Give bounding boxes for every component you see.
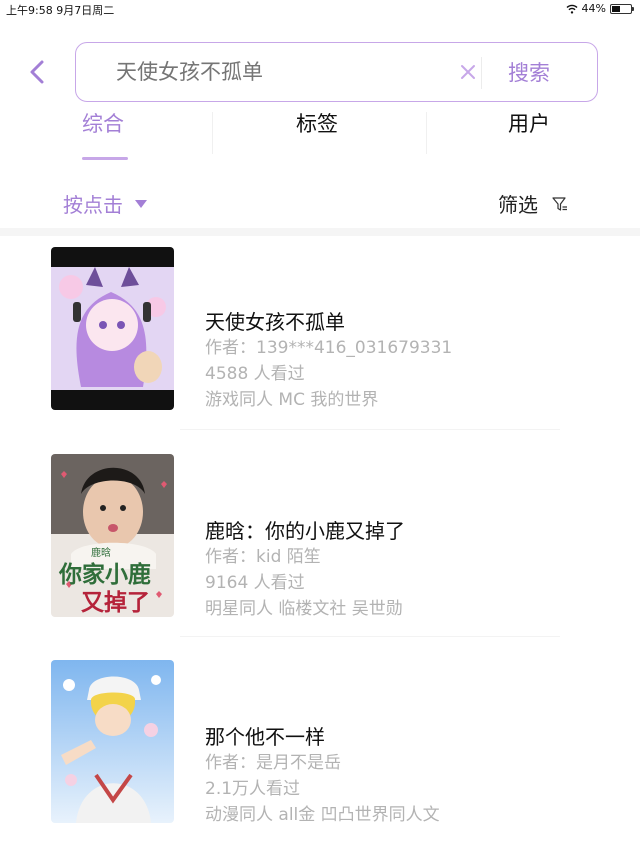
item-divider	[180, 636, 560, 637]
book-cover	[51, 247, 174, 410]
filter-button[interactable]: 筛选	[498, 189, 568, 218]
back-button[interactable]	[26, 58, 50, 86]
tab-general[interactable]: 综合	[82, 108, 124, 138]
sort-label: 按点击	[63, 193, 123, 217]
search-button[interactable]: 搜索	[508, 57, 550, 87]
result-title: 鹿晗：你的小鹿又掉了	[205, 519, 405, 543]
tab-divider	[212, 112, 213, 154]
clear-search-button[interactable]	[454, 57, 482, 87]
result-title: 天使女孩不孤单	[205, 310, 345, 334]
result-info: 天使女孩不孤单 作者：139***416_031679331 4588 人看过 …	[205, 309, 452, 413]
result-author: 作者：kid 陌笙	[205, 547, 321, 567]
active-tab-indicator	[82, 157, 128, 160]
funnel-icon	[552, 196, 567, 211]
result-title: 那个他不一样	[205, 725, 325, 749]
tab-tags[interactable]: 标签	[296, 108, 338, 138]
search-divider	[481, 57, 482, 89]
book-cover: 鹿晗 你家小鹿 又掉了	[51, 454, 174, 617]
cover-text-large2: 又掉了	[81, 590, 150, 616]
result-author: 作者：是月不是岳	[205, 753, 341, 773]
tab-bar: 综合 标签 用户	[0, 100, 640, 160]
result-tags: 动漫同人 all金 凹凸世界同人文	[205, 805, 440, 825]
wifi-icon	[566, 4, 578, 14]
battery-icon	[610, 3, 634, 14]
search-box: 搜索	[75, 42, 598, 102]
filter-bar: 按点击 筛选	[0, 180, 640, 226]
result-item[interactable]: 天使女孩不孤单 作者：139***416_031679331 4588 人看过 …	[0, 247, 640, 447]
item-divider	[180, 429, 560, 430]
cover-text-small: 鹿晗	[91, 546, 111, 559]
tab-users[interactable]: 用户	[508, 108, 550, 138]
status-time-date: 上午9:58 9月7日周二	[6, 4, 115, 17]
section-divider	[0, 228, 640, 236]
result-tags: 明星同人 临楼文社 吴世勋	[205, 599, 403, 619]
cover-text-large: 你家小鹿	[58, 561, 151, 588]
chevron-left-icon	[30, 60, 44, 84]
caret-down-icon	[135, 199, 147, 208]
result-item[interactable]: 鹿晗 你家小鹿 又掉了 鹿晗：你的小鹿又掉了 作者：kid 陌笙 9164 人看…	[0, 454, 640, 654]
close-icon	[461, 65, 475, 79]
result-views: 9164 人看过	[205, 573, 305, 593]
sort-dropdown[interactable]: 按点击	[63, 189, 147, 218]
result-views: 2.1万人看过	[205, 779, 301, 799]
search-input[interactable]	[116, 55, 446, 89]
tab-divider	[426, 112, 427, 154]
result-info: 那个他不一样 作者：是月不是岳 2.1万人看过 动漫同人 all金 凹凸世界同人…	[205, 724, 440, 828]
result-author: 作者：139***416_031679331	[205, 338, 453, 358]
result-item[interactable]: 那个他不一样 作者：是月不是岳 2.1万人看过 动漫同人 all金 凹凸世界同人…	[0, 660, 640, 853]
status-right: 44%	[566, 2, 634, 15]
result-views: 4588 人看过	[205, 364, 305, 384]
battery-percent: 44%	[581, 2, 606, 15]
result-info: 鹿晗：你的小鹿又掉了 作者：kid 陌笙 9164 人看过 明星同人 临楼文社 …	[205, 518, 405, 622]
filter-label: 筛选	[498, 193, 538, 217]
result-tags: 游戏同人 MC 我的世界	[205, 390, 379, 410]
status-bar: 上午9:58 9月7日周二 44%	[0, 0, 640, 18]
book-cover	[51, 660, 174, 823]
